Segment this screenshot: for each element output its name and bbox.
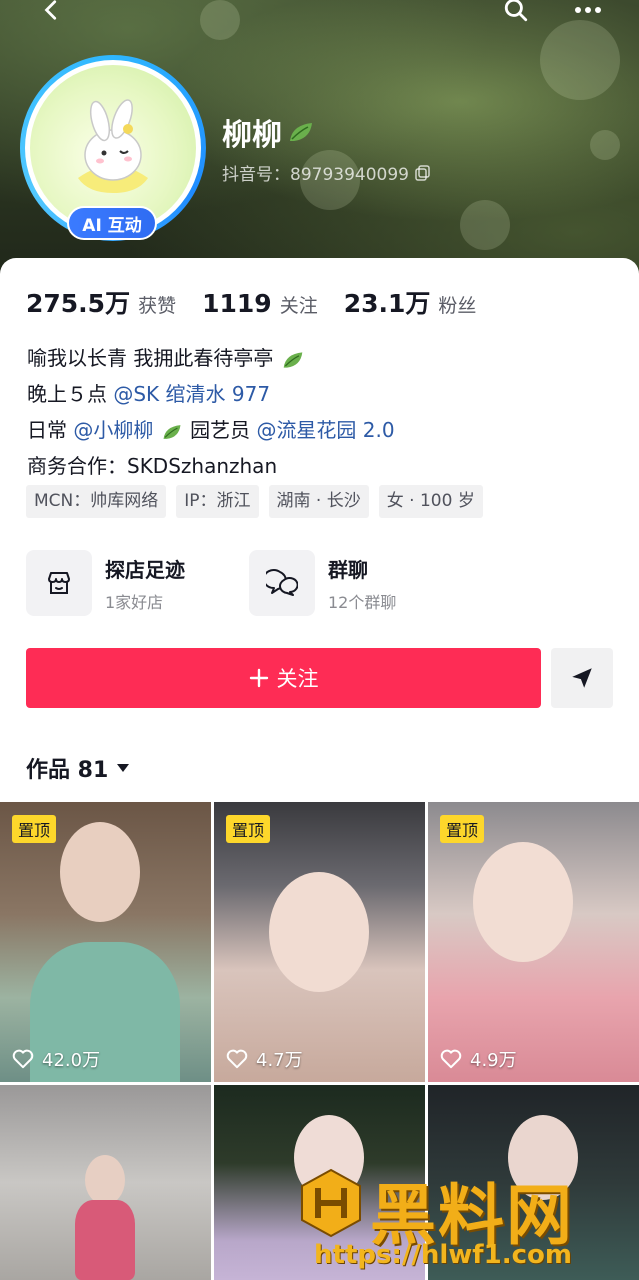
- send-icon: [572, 668, 592, 688]
- likes-text: 42.0万: [42, 1050, 101, 1071]
- watermark-logo: [301, 1168, 361, 1238]
- leaf-icon: [290, 123, 312, 141]
- mention-link[interactable]: @SK 绾清水 977: [113, 382, 270, 406]
- likes-text: 4.9万: [470, 1050, 517, 1071]
- shortcut-store-visits[interactable]: 探店足迹 1家好店: [26, 550, 249, 616]
- pinned-badge: 置顶: [226, 815, 271, 843]
- video-thumbnail[interactable]: 置顶 4.9万: [428, 802, 639, 1082]
- bio-line: 日常 @小柳柳 园艺员 @流星花园 2.0: [27, 412, 395, 448]
- stat-followers[interactable]: 23.1万 粉丝: [344, 284, 477, 320]
- tag-gender-age: 女 · 100 岁: [378, 485, 483, 518]
- mention-link[interactable]: @流星花园 2.0: [256, 418, 394, 442]
- bokeh-light: [460, 200, 510, 250]
- portrait-figure: [75, 1200, 135, 1280]
- tag-ip: IP：浙江: [176, 485, 259, 518]
- stat-value: 1119: [202, 289, 272, 318]
- shortcut-subtitle: 1家好店: [105, 592, 164, 612]
- search-button[interactable]: [494, 0, 538, 28]
- stat-likes: 275.5万 获赞: [26, 284, 176, 320]
- bio-text: 园艺员: [183, 418, 257, 442]
- follow-label: 关注: [276, 667, 319, 691]
- watermark: 黑料网 https://hlwf1.com: [292, 1158, 639, 1280]
- bokeh-light: [200, 0, 240, 40]
- ai-interaction-badge[interactable]: AI 互动: [67, 206, 157, 240]
- bio-line: 晚上５点 @SK 绾清水 977: [27, 376, 395, 412]
- bunny-avatar-icon: [78, 99, 148, 193]
- stat-label: 粉丝: [438, 295, 477, 317]
- shortcut-group-chat[interactable]: 群聊 12个群聊: [249, 550, 472, 616]
- stat-label: 关注: [279, 295, 318, 317]
- stat-label: 获赞: [138, 295, 177, 317]
- bokeh-light: [540, 20, 620, 100]
- copy-icon[interactable]: [415, 164, 431, 181]
- bio-line: 喻我以长青 我拥此春待亭亭: [27, 340, 395, 376]
- heart-icon: [440, 1049, 462, 1069]
- portrait-figure: [85, 1155, 125, 1205]
- pinned-badge: 置顶: [12, 815, 57, 843]
- send-message-button[interactable]: [551, 648, 613, 708]
- more-button[interactable]: [566, 0, 610, 28]
- pinned-badge: 置顶: [440, 815, 485, 843]
- works-label-text: 作品 81: [26, 758, 109, 783]
- leaf-icon: [283, 351, 303, 368]
- portrait-figure: [60, 822, 140, 922]
- more-dots-icon: [575, 7, 601, 13]
- stat-following[interactable]: 1119 关注: [202, 289, 318, 318]
- tag-mcn: MCN：帅库网络: [26, 485, 167, 518]
- works-tab[interactable]: 作品 81: [26, 752, 130, 784]
- video-thumbnail[interactable]: 置顶 4.7万: [214, 802, 425, 1082]
- tag-location: 湖南 · 长沙: [268, 485, 369, 518]
- shortcut-title: 探店足迹: [105, 557, 185, 582]
- likes-count: 4.7万: [226, 1046, 303, 1072]
- likes-count: 42.0万: [12, 1046, 100, 1072]
- chat-icon: [249, 550, 315, 616]
- search-icon: [504, 0, 528, 22]
- profile-name: 柳柳: [222, 110, 316, 154]
- heart-icon: [226, 1049, 248, 1069]
- mention-link[interactable]: @小柳柳: [73, 418, 153, 442]
- plus-icon: [249, 668, 268, 688]
- bokeh-light: [590, 130, 620, 160]
- video-thumbnail[interactable]: [0, 1085, 211, 1280]
- stat-value: 275.5万: [26, 289, 131, 318]
- watermark-url: https://hlwf1.com: [314, 1240, 572, 1270]
- back-button[interactable]: [30, 0, 74, 28]
- chevron-left-icon: [44, 0, 57, 20]
- douyin-id: 抖音号：89793940099: [222, 160, 431, 185]
- bio-text: 日常: [27, 418, 74, 442]
- profile-name-text: 柳柳: [222, 118, 282, 153]
- profile-panel: 275.5万 获赞 1119 关注 23.1万 粉丝 喻我以长青 我拥此春待亭亭…: [0, 258, 639, 803]
- follow-button[interactable]: 关注: [26, 648, 541, 708]
- douyin-id-text: 抖音号：89793940099: [222, 165, 409, 185]
- bio-text: 商务合作：SKDSzhanzhan: [27, 454, 278, 478]
- video-thumbnail[interactable]: 置顶 42.0万: [0, 802, 211, 1082]
- leaf-icon: [163, 424, 181, 439]
- stats-row: 275.5万 获赞 1119 关注 23.1万 粉丝: [26, 284, 502, 320]
- heart-icon: [12, 1049, 34, 1069]
- store-icon: [26, 550, 92, 616]
- bio-text: 喻我以长青 我拥此春待亭亭: [27, 346, 274, 370]
- shortcut-title: 群聊: [328, 557, 368, 582]
- portrait-figure: [473, 842, 573, 962]
- bio-line: 商务合作：SKDSzhanzhan: [27, 448, 395, 484]
- portrait-figure: [269, 872, 369, 992]
- profile-tags: MCN：帅库网络 IP：浙江 湖南 · 长沙 女 · 100 岁: [26, 485, 483, 518]
- likes-text: 4.7万: [256, 1050, 303, 1071]
- shortcuts-row: 探店足迹 1家好店 群聊 12个群聊: [26, 550, 472, 616]
- bio-text: 晚上５点: [27, 382, 114, 406]
- shortcut-subtitle: 12个群聊: [328, 592, 397, 612]
- stat-value: 23.1万: [343, 289, 431, 318]
- caret-down-icon: [117, 764, 130, 772]
- likes-count: 4.9万: [440, 1046, 517, 1072]
- bio: 喻我以长青 我拥此春待亭亭 晚上５点 @SK 绾清水 977 日常 @小柳柳 园…: [27, 340, 395, 484]
